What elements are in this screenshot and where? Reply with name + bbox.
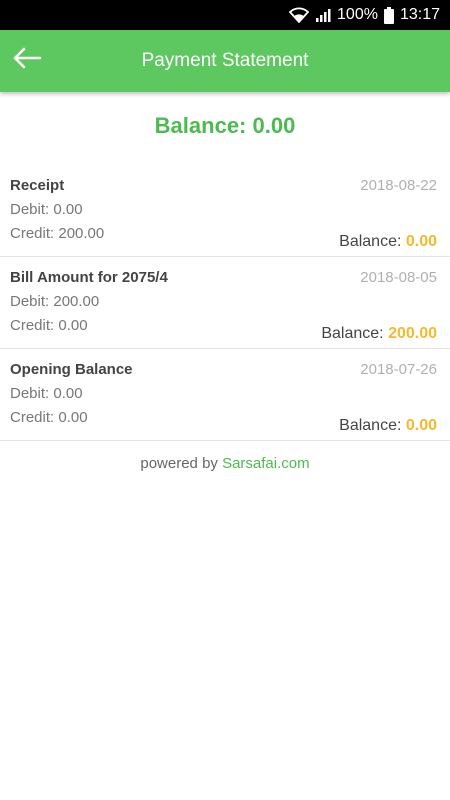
balance-label: Balance: (321, 325, 389, 342)
arrow-left-icon (12, 47, 42, 74)
transaction-list: Receipt 2018-08-22 Debit: 0.00 Credit: 2… (0, 165, 450, 441)
app-bar: Payment Statement (0, 30, 450, 92)
transaction-row[interactable]: Opening Balance 2018-07-26 Debit: 0.00 C… (0, 349, 450, 441)
transaction-title: Bill Amount for 2075/4 (10, 269, 168, 286)
powered-by-footer: powered by Sarsafai.com (0, 455, 450, 472)
transaction-debit: Debit: 0.00 (10, 385, 83, 402)
clock: 13:17 (399, 6, 440, 23)
wifi-icon (289, 7, 310, 23)
page-title: Payment Statement (141, 50, 309, 71)
transaction-balance: Balance: 0.00 (339, 233, 437, 251)
transaction-title: Receipt (10, 177, 65, 194)
balance-value: 200.00 (388, 325, 437, 342)
transaction-credit: Credit: 200.00 (10, 225, 105, 242)
transaction-credit: Credit: 0.00 (10, 409, 88, 426)
status-bar: 100% 13:17 (0, 0, 450, 30)
transaction-debit: Debit: 0.00 (10, 201, 83, 218)
powered-by-text: powered by (140, 455, 223, 472)
transaction-date: 2018-08-22 (360, 177, 437, 194)
transaction-date: 2018-07-26 (360, 361, 437, 378)
back-button[interactable] (10, 43, 44, 77)
total-balance: Balance: 0.00 (154, 113, 296, 138)
transaction-title: Opening Balance (10, 361, 133, 378)
transaction-balance: Balance: 200.00 (321, 325, 437, 343)
balance-label: Balance: (339, 417, 406, 434)
signal-icon (315, 7, 331, 23)
battery-percent: 100% (337, 6, 378, 23)
transaction-date: 2018-08-05 (360, 269, 437, 286)
powered-by-link[interactable]: Sarsafai.com (222, 455, 310, 472)
transaction-credit: Credit: 0.00 (10, 317, 88, 334)
balance-value: 0.00 (405, 417, 437, 434)
transaction-debit: Debit: 200.00 (10, 293, 100, 310)
transaction-row[interactable]: Receipt 2018-08-22 Debit: 0.00 Credit: 2… (0, 165, 450, 257)
transaction-row[interactable]: Bill Amount for 2075/4 2018-08-05 Debit:… (0, 257, 450, 349)
transaction-balance: Balance: 0.00 (339, 417, 437, 435)
balance-label: Balance: (339, 233, 406, 250)
battery-icon (383, 6, 394, 24)
balance-value: 0.00 (405, 233, 437, 250)
